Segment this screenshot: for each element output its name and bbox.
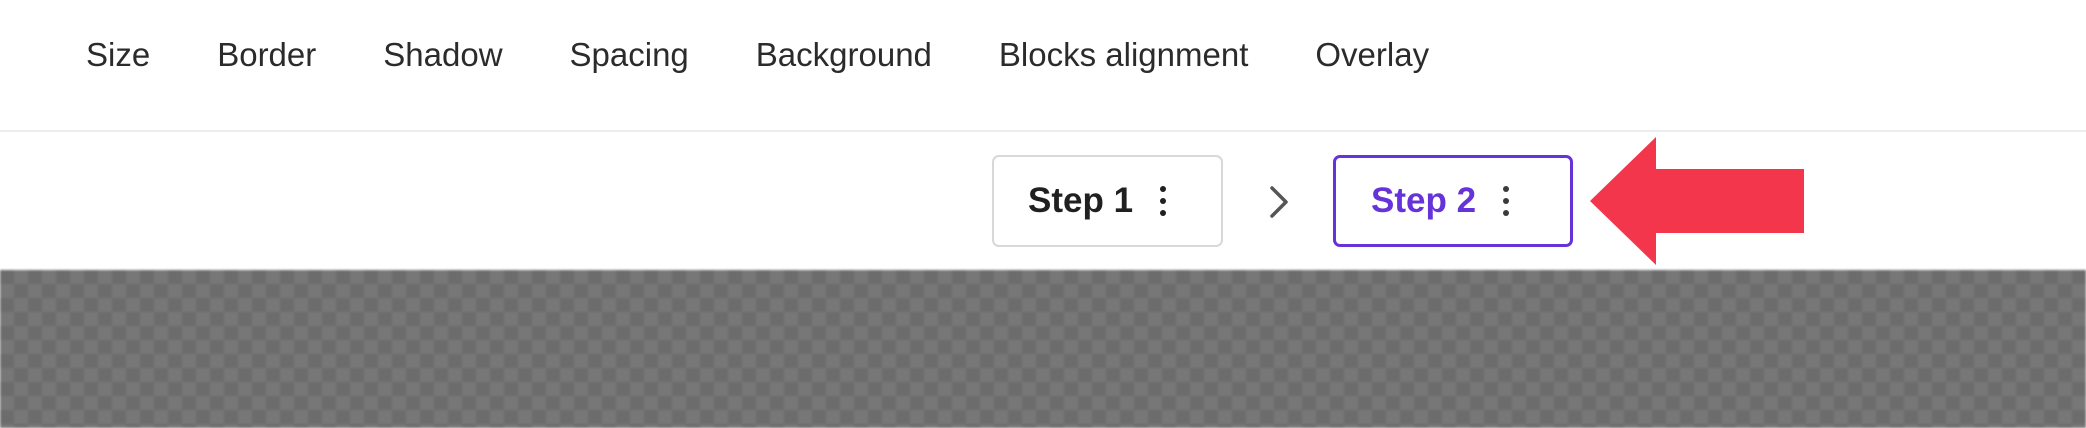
step-1-label: Step 1 <box>1028 181 1134 220</box>
canvas-checkerboard <box>0 270 2086 428</box>
style-menu: Size Border Shadow Spacing Background Bl… <box>86 30 1496 80</box>
chevron-right-icon <box>1270 186 1288 218</box>
menu-item-shadow[interactable]: Shadow <box>383 30 502 80</box>
red-arrow-left-icon <box>1590 137 1804 265</box>
menu-item-size[interactable]: Size <box>86 30 150 80</box>
kebab-menu-icon[interactable] <box>1159 186 1167 216</box>
menu-item-blocks-alignment[interactable]: Blocks alignment <box>999 30 1248 80</box>
step-1-button[interactable]: Step 1 <box>992 155 1223 247</box>
step-2-label: Step 2 <box>1371 181 1477 220</box>
kebab-menu-icon[interactable] <box>1502 186 1510 216</box>
menu-item-spacing[interactable]: Spacing <box>570 30 689 80</box>
menu-item-border[interactable]: Border <box>217 30 316 80</box>
menu-item-background[interactable]: Background <box>756 30 932 80</box>
menu-item-overlay[interactable]: Overlay <box>1315 30 1429 80</box>
style-toolbar: Size Border Shadow Spacing Background Bl… <box>0 0 2086 132</box>
step-2-button[interactable]: Step 2 <box>1333 155 1573 247</box>
